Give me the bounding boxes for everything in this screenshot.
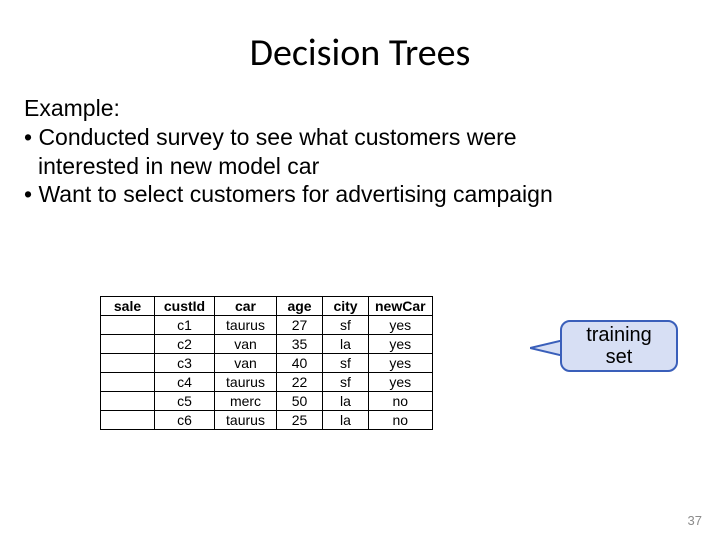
cell: 50 <box>277 392 323 411</box>
example-label: Example: <box>24 94 696 123</box>
cell: yes <box>369 354 433 373</box>
col-car: car <box>215 297 277 316</box>
cell: yes <box>369 316 433 335</box>
cell: taurus <box>215 316 277 335</box>
cell: sf <box>323 354 369 373</box>
cell: c3 <box>155 354 215 373</box>
cell: taurus <box>215 411 277 430</box>
cell: 22 <box>277 373 323 392</box>
cell: taurus <box>215 373 277 392</box>
cell: la <box>323 411 369 430</box>
cell: yes <box>369 335 433 354</box>
page-number: 37 <box>688 513 702 528</box>
cell <box>101 335 155 354</box>
col-custid: custId <box>155 297 215 316</box>
table-row: c6 taurus 25 la no <box>101 411 433 430</box>
table-row: c4 taurus 22 sf yes <box>101 373 433 392</box>
cell: van <box>215 335 277 354</box>
cell <box>101 411 155 430</box>
cell: 40 <box>277 354 323 373</box>
table-row: c2 van 35 la yes <box>101 335 433 354</box>
col-sale: sale <box>101 297 155 316</box>
callout-line2: set <box>606 346 633 368</box>
col-newcar: newCar <box>369 297 433 316</box>
cell <box>101 373 155 392</box>
cell <box>101 354 155 373</box>
cell: la <box>323 335 369 354</box>
cell: 27 <box>277 316 323 335</box>
table-row: c5 merc 50 la no <box>101 392 433 411</box>
page-title: Decision Trees <box>24 30 696 76</box>
slide: Decision Trees Example: • Conducted surv… <box>0 0 720 540</box>
col-age: age <box>277 297 323 316</box>
cell: c1 <box>155 316 215 335</box>
cell: no <box>369 392 433 411</box>
col-city: city <box>323 297 369 316</box>
cell: c2 <box>155 335 215 354</box>
cell: no <box>369 411 433 430</box>
cell: 25 <box>277 411 323 430</box>
cell: yes <box>369 373 433 392</box>
bullet-1a: • Conducted survey to see what customers… <box>24 123 696 152</box>
cell: merc <box>215 392 277 411</box>
table-row: c1 taurus 27 sf yes <box>101 316 433 335</box>
cell: c4 <box>155 373 215 392</box>
bullet-1b: interested in new model car <box>38 152 696 181</box>
cell: sf <box>323 373 369 392</box>
table-row: c3 van 40 sf yes <box>101 354 433 373</box>
bullet-2: • Want to select customers for advertisi… <box>24 180 696 209</box>
cell <box>101 316 155 335</box>
cell: la <box>323 392 369 411</box>
table-header-row: sale custId car age city newCar <box>101 297 433 316</box>
cell <box>101 392 155 411</box>
callout-line1: training <box>586 324 652 346</box>
callout-tail-icon <box>530 340 564 356</box>
cell: sf <box>323 316 369 335</box>
training-set-callout: training set <box>560 320 678 372</box>
cell: c5 <box>155 392 215 411</box>
data-table: sale custId car age city newCar c1 tauru… <box>100 296 433 430</box>
body-text: Example: • Conducted survey to see what … <box>24 94 696 209</box>
cell: c6 <box>155 411 215 430</box>
training-table: sale custId car age city newCar c1 tauru… <box>100 296 433 430</box>
callout-text: training set <box>586 324 652 368</box>
cell: van <box>215 354 277 373</box>
cell: 35 <box>277 335 323 354</box>
